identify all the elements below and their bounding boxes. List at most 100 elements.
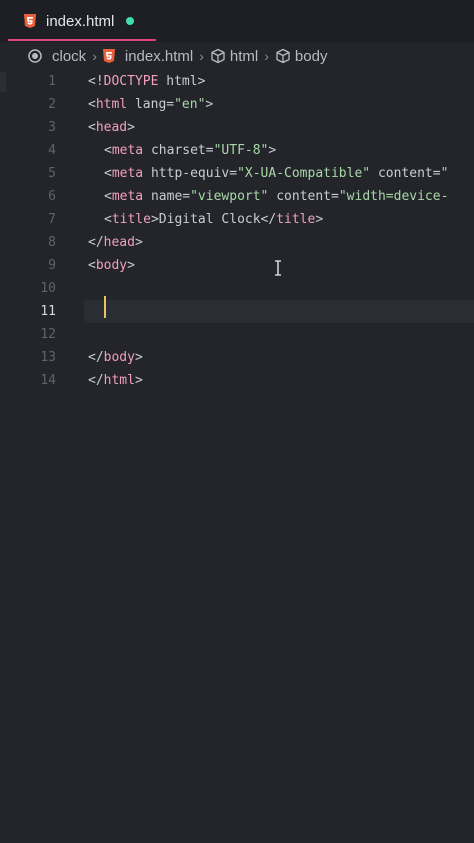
code-line[interactable]: 9 <body>: [0, 254, 474, 277]
code-token: html: [158, 74, 198, 89]
code-line[interactable]: 6 <meta name="viewport" content="width=de…: [0, 185, 474, 208]
breadcrumb-item-clock[interactable]: clock: [28, 48, 86, 65]
code-line[interactable]: 13 </body>: [0, 346, 474, 369]
code-line[interactable]: 3 <head>: [0, 116, 474, 139]
code-token: "X-UA-Compatible": [237, 166, 371, 181]
line-number: 9: [48, 258, 56, 273]
line-number: 4: [48, 143, 56, 158]
code-token: =: [331, 189, 339, 204]
code-text: <head>: [88, 116, 135, 139]
code-text: <title>Digital Clock</title>: [104, 208, 323, 231]
chevron-right-icon: ›: [199, 48, 204, 64]
code-token: html: [95, 97, 128, 112]
line-number: 5: [48, 166, 56, 181]
line-number: 12: [40, 327, 56, 342]
code-token: ": [440, 166, 449, 181]
code-line[interactable]: 7 <title>Digital Clock</title>: [0, 208, 474, 231]
code-line[interactable]: 2 <html lang="en">: [0, 93, 474, 116]
cube-icon: [276, 48, 290, 64]
code-token: head: [103, 235, 135, 250]
code-line[interactable]: 8 </head>: [0, 231, 474, 254]
chevron-right-icon: ›: [92, 48, 97, 64]
line-number: 7: [48, 212, 56, 227]
code-token: <: [88, 258, 96, 273]
code-line[interactable]: 4 <meta charset="UTF-8">: [0, 139, 474, 162]
code-token: >: [205, 97, 214, 112]
code-token: >: [134, 235, 143, 250]
code-token: <!: [88, 74, 104, 89]
code-token: =: [229, 166, 238, 181]
html5-icon: [24, 14, 36, 28]
breadcrumb-item-body[interactable]: body: [275, 48, 327, 65]
code-token: "width=device-: [338, 189, 449, 204]
code-token: head: [95, 120, 128, 135]
code-line[interactable]: 1 <!DOCTYPE html>: [0, 70, 474, 93]
code-token: =: [182, 189, 191, 204]
code-line[interactable]: 11: [0, 300, 474, 323]
code-token: >: [127, 258, 135, 273]
code-token: title: [276, 212, 316, 227]
code-text: <meta http-equiv="X-UA-Compatible" conte…: [104, 162, 448, 185]
breadcrumb-label: index.html: [124, 47, 194, 65]
code-token: >: [134, 373, 143, 388]
code-token: </: [88, 235, 104, 250]
code-line[interactable]: 5 <meta http-equiv="X-UA-Compatible" cont…: [0, 162, 474, 185]
code-token: body: [103, 350, 135, 365]
line-number: 11: [40, 304, 56, 319]
ibeam-cursor-icon: [275, 260, 281, 276]
code-token: content: [370, 166, 433, 181]
code-token: body: [95, 258, 128, 273]
code-token: </: [88, 373, 104, 388]
code-editor[interactable]: 1 <!DOCTYPE html> 2 <html lang="en"> 3 <head>…: [0, 70, 474, 843]
code-token: <: [104, 212, 112, 227]
code-token: meta: [111, 189, 144, 204]
code-token: <: [104, 166, 112, 181]
code-token: >: [134, 350, 143, 365]
text-cursor: [104, 296, 106, 318]
tab-label: index.html: [46, 12, 115, 30]
code-text: </html>: [88, 369, 143, 392]
code-token: <: [88, 97, 96, 112]
code-token: DOCTYPE: [103, 74, 159, 89]
code-token: meta: [111, 143, 144, 158]
code-token: =: [166, 97, 175, 112]
code-token: title: [111, 212, 151, 227]
cube-icon: [211, 48, 225, 64]
code-text: </body>: [88, 346, 143, 369]
line-number: 3: [48, 120, 56, 135]
breadcrumb: clock › index.html › html › body: [0, 42, 474, 70]
breadcrumb-item-html[interactable]: html: [210, 48, 258, 65]
line-number: 10: [40, 281, 56, 296]
breadcrumb-label: html: [229, 47, 259, 65]
code-line[interactable]: 10: [0, 277, 474, 300]
code-token: "en": [174, 97, 206, 112]
code-line[interactable]: 14 </html>: [0, 369, 474, 392]
code-token: <: [104, 189, 112, 204]
tab-index-html[interactable]: index.html: [8, 0, 156, 42]
code-token: <: [104, 143, 112, 158]
code-token: "UTF-8": [213, 143, 269, 158]
code-text: <body>: [88, 254, 135, 277]
line-number: 8: [48, 235, 56, 250]
code-token: >: [127, 120, 135, 135]
code-token: =: [432, 166, 441, 181]
breadcrumb-item-index-html[interactable]: index.html: [102, 47, 194, 65]
code-line[interactable]: 12: [0, 323, 474, 346]
line-number: 6: [48, 189, 56, 204]
code-token: Digital Clock: [158, 212, 261, 227]
code-token: charset: [143, 143, 206, 158]
code-token: name: [143, 189, 183, 204]
line-number: 13: [40, 350, 56, 365]
active-tab-indicator: [8, 39, 156, 41]
target-icon: [28, 49, 42, 63]
code-token: >: [197, 74, 206, 89]
chevron-right-icon: ›: [264, 48, 269, 64]
code-token: meta: [111, 166, 144, 181]
code-token: </: [88, 350, 104, 365]
line-number: 1: [48, 74, 56, 89]
code-token: content: [268, 189, 332, 204]
code-token: <: [88, 120, 96, 135]
code-text: <meta charset="UTF-8">: [104, 139, 276, 162]
code-text: <html lang="en">: [88, 93, 213, 116]
unsaved-dot-icon: [126, 17, 135, 25]
